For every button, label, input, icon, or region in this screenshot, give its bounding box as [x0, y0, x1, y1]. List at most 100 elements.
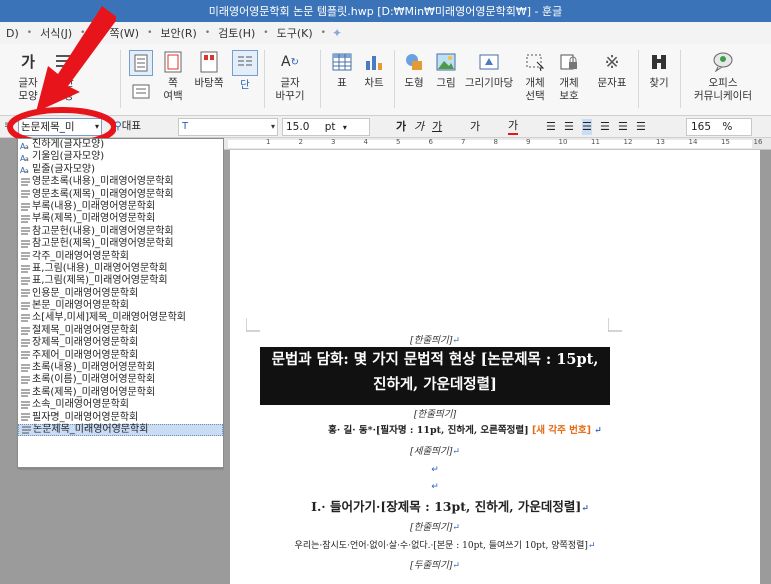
ruler-number: 8: [493, 138, 498, 146]
style-list-item[interactable]: 주제어_미래영어영문학회: [18, 350, 223, 362]
para-style-icon: [20, 277, 31, 286]
paragraph-mark: ↵: [452, 523, 460, 533]
paper-title-line: 진하게, 가운데정렬]: [373, 376, 497, 393]
ruler-number: 1: [266, 138, 271, 146]
spacing-note: [세줄띄기]↵: [410, 446, 460, 457]
picture-button[interactable]: 그림: [432, 46, 460, 112]
object-protect-button[interactable]: 개체 보호: [554, 46, 584, 112]
font-color-button[interactable]: 가: [508, 119, 519, 135]
picture-icon: [434, 50, 458, 74]
style-list-item[interactable]: 참고문헌(제목)_미래영어영문학회: [18, 238, 223, 250]
strike-button[interactable]: 가: [470, 119, 480, 135]
para-style-icon: [20, 413, 31, 422]
style-list-item[interactable]: 영문초록(제목)_미래영어영문학회: [18, 189, 223, 201]
menu-separator-dot: •: [147, 28, 153, 38]
font-size-select[interactable]: 15.0 pt ▾: [282, 118, 370, 136]
style-list-item[interactable]: 초록(내용)_미래영어영문학회: [18, 362, 223, 374]
find-button[interactable]: 찾기: [644, 46, 674, 112]
paper-title-line: 문법과 담화: 몇 가지 문법적 현상 [논문제목 : 15pt,: [271, 351, 599, 368]
column-button[interactable]: 단: [230, 46, 260, 112]
ruler-number: 4: [363, 138, 368, 146]
ribbon-divider: [394, 50, 395, 108]
menu-item-review[interactable]: 검토(H): [212, 25, 261, 41]
table-icon: [330, 50, 354, 74]
svg-text:a: a: [25, 156, 29, 162]
chart-button[interactable]: 차트: [360, 46, 388, 112]
align-right-icon[interactable]: ☰: [600, 119, 610, 135]
style-list-item[interactable]: 표,그림(내용)_미래영어영문학회: [18, 263, 223, 275]
author-line: 홍· 길· 동*·[필자명 : 11pt, 진하게, 오른쪽정렬] [새 각주 …: [328, 425, 602, 436]
style-list-item[interactable]: 초록(이름)_미래영어영문학회: [18, 374, 223, 386]
chapter-heading: I.· 들어가기·[장제목 : 13pt, 진하게, 가운데정렬]↵: [311, 499, 589, 514]
ruler-text-area: [228, 140, 752, 148]
empty-paragraph: ↵: [170, 462, 700, 475]
style-list-item[interactable]: 논문제목_미래영어영문학회: [18, 423, 223, 437]
spacing-note: [두줄띄기]↵: [410, 560, 460, 571]
style-list-item[interactable]: 소[세부,미세]제목_미래영어영문학회: [18, 312, 223, 324]
chevron-down-icon: ▾: [270, 122, 275, 131]
style-list-item[interactable]: 인용문_미래영어영문학회: [18, 288, 223, 300]
para-style-icon: [20, 252, 31, 261]
document-page[interactable]: [한줄띄기] ↵ 문법과 담화: 몇 가지 문법적 현상 [논문제목 : 15pt…: [230, 150, 760, 584]
para-style-icon: [20, 327, 31, 336]
shape-button[interactable]: 도형: [400, 46, 428, 112]
style-list-item[interactable]: Aa 밑줄(글자모양): [18, 164, 223, 176]
paragraph-mark: ↵: [431, 482, 439, 492]
page-margin-icon: [161, 50, 185, 74]
gallery-button[interactable]: 그리기마당: [464, 46, 514, 112]
document-area: [한줄띄기] ↵ 문법과 담화: 몇 가지 문법적 현상 [논문제목 : 15pt…: [224, 150, 771, 584]
style-list-item[interactable]: Aa 진하게(글자모양): [18, 139, 223, 151]
style-list-item[interactable]: 참고문헌(내용)_미래영어영문학회: [18, 226, 223, 238]
font-select[interactable]: T ▾: [178, 118, 278, 136]
chevron-down-icon: ▾: [342, 123, 347, 132]
office-communicator-button[interactable]: 오피스 커뮤니케이터: [686, 46, 760, 112]
ruler-number: 15: [721, 138, 730, 146]
char-map-button[interactable]: ※ 문자표: [594, 46, 630, 112]
style-list-item[interactable]: Aa 기울임(글자모양): [18, 151, 223, 163]
line-spacing-select[interactable]: 165 %: [686, 118, 752, 136]
customize-icon[interactable]: ✦: [328, 26, 342, 40]
align-center-icon[interactable]: ☰: [582, 119, 592, 135]
char-transform-button[interactable]: A ↻ 글자 바꾸기: [270, 46, 310, 112]
paragraph-mark: ↵: [431, 465, 439, 475]
para-style-icon: [20, 376, 31, 385]
menu-item-security[interactable]: 보안(R): [154, 25, 202, 41]
page-margin-button[interactable]: 쪽 여백: [156, 46, 190, 112]
italic-button[interactable]: 가: [414, 119, 424, 135]
bold-button[interactable]: 가: [396, 119, 406, 135]
object-select-button[interactable]: 개체 선택: [520, 46, 550, 112]
style-list-item[interactable]: 부록(제목)_미래영어영문학회: [18, 213, 223, 225]
body-text: 우리는·잠시도·언어·없이·살·수·없다.·[본문 : 10pt, 들여쓰기 1…: [294, 541, 596, 551]
align-justify-icon[interactable]: ☰: [564, 119, 574, 135]
style-list-item[interactable]: 표,그림(제목)_미래영어영문학회: [18, 275, 223, 287]
ruler-number: 5: [396, 138, 401, 146]
horizontal-ruler[interactable]: 1 2 3 4 5 6 7 8 9 10 11 12 13 14 15 16: [224, 138, 771, 150]
page-background-button[interactable]: 바탕쪽: [190, 46, 228, 112]
align-distribute-icon[interactable]: ☰: [618, 119, 628, 135]
ruler-number: 10: [558, 138, 568, 146]
para-style-icon: [20, 364, 31, 373]
menu-item-tools[interactable]: 도구(K): [271, 25, 319, 41]
style-list-item[interactable]: 부록(내용)_미래영어영문학회: [18, 201, 223, 213]
ribbon-divider: [120, 50, 121, 108]
style-list-item[interactable]: 초록(제목)_미래영어영문학회: [18, 387, 223, 399]
underline-button[interactable]: 가: [432, 119, 442, 135]
table-button[interactable]: 표: [328, 46, 356, 112]
spacing-note: [한줄띄기]: [413, 409, 457, 420]
para-style-icon: [20, 289, 31, 298]
style-list-item[interactable]: 영문초록(내용)_미래영어영문학회: [18, 176, 223, 188]
page-background-icon: [197, 50, 221, 74]
menu-separator-dot: •: [204, 28, 211, 38]
paragraph-mark: ↵: [581, 504, 589, 514]
ruler-number: 11: [591, 138, 600, 146]
align-left-icon[interactable]: ☰: [546, 119, 556, 135]
style-list-item[interactable]: 각주_미래영어영문학회: [18, 251, 223, 263]
font-face-select[interactable]: ⚲대표: [108, 118, 178, 136]
paper-title-selected[interactable]: 문법과 담화: 몇 가지 문법적 현상 [논문제목 : 15pt, 진하게, 가…: [260, 347, 610, 405]
align-divide-icon[interactable]: ☰: [636, 119, 646, 135]
style-list-item[interactable]: 본문_미래영어영문학회: [18, 300, 223, 312]
char-transform-icon: A ↻: [281, 53, 299, 70]
menu-separator-dot: •: [263, 28, 269, 38]
svg-text:a: a: [25, 144, 29, 150]
para-style-icon: [20, 215, 31, 224]
